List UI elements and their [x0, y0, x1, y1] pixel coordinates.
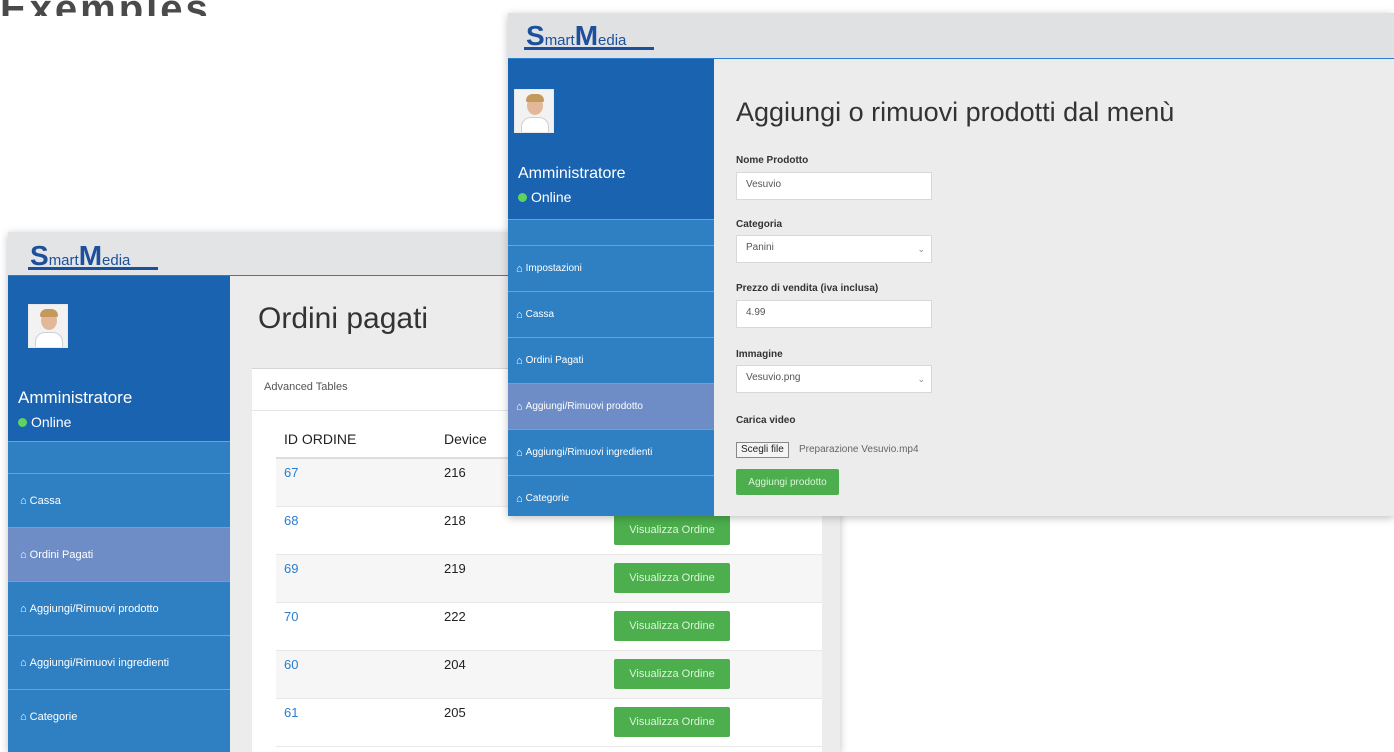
- chevron-down-icon: ⌄: [917, 374, 925, 384]
- sidebar-item-aggiungi-ingredienti[interactable]: ⌂ Aggiungi/Rimuovi ingredienti: [508, 429, 714, 475]
- categoria-label: Categoria: [736, 219, 783, 230]
- profile-panel: Amministratore Online: [508, 59, 714, 219]
- online-dot-icon: [518, 192, 527, 202]
- top-heading-fragment: Exemples d'applications: [0, 0, 500, 16]
- sidebar-item-categorie[interactable]: ⌂ Categorie: [508, 475, 714, 516]
- online-status: Online: [18, 414, 71, 430]
- table-row: 70 222 Visualizza Ordine: [276, 603, 822, 651]
- immagine-label: Immagine: [736, 349, 783, 360]
- chevron-down-icon: ⌄: [917, 244, 925, 254]
- view-order-button[interactable]: Visualizza Ordine: [614, 515, 730, 545]
- home-icon: ⌂: [20, 710, 27, 723]
- page-title: Aggiungi o rimuovi prodotti dal menù: [736, 97, 1175, 127]
- admin-name: Amministratore: [18, 388, 133, 407]
- sidebar-item-ordini-pagati[interactable]: ⌂ Ordini Pagati: [508, 337, 714, 383]
- device-cell: 204: [444, 657, 466, 672]
- admin-name: Amministratore: [518, 165, 626, 182]
- device-cell: 219: [444, 561, 466, 576]
- immagine-select[interactable]: Vesuvio.png ⌄: [736, 365, 932, 393]
- sidebar-item-aggiungi-prodotto[interactable]: ⌂ Aggiungi/Rimuovi prodotto: [8, 581, 230, 635]
- sidebar: Amministratore Online ⌂ Cassa ⌂ Ordini Pag…: [8, 276, 230, 752]
- order-id-link[interactable]: 70: [284, 609, 298, 624]
- sidebar-item-categorie[interactable]: ⌂ Categorie: [8, 689, 230, 743]
- sidebar-item-cassa[interactable]: ⌂ Cassa: [508, 291, 714, 337]
- home-icon: ⌂: [516, 354, 523, 367]
- column-header-id: ID ORDINE: [284, 431, 357, 447]
- carica-video-label: Carica video: [736, 415, 796, 426]
- app-header: Smart Media: [508, 13, 1394, 59]
- home-icon: ⌂: [20, 602, 27, 615]
- add-product-button[interactable]: Aggiungi prodotto: [736, 469, 839, 495]
- main-content: Aggiungi o rimuovi prodotti dal menù Nom…: [714, 59, 1394, 516]
- logo-underline: [524, 47, 654, 50]
- device-cell: 216: [444, 465, 466, 480]
- prezzo-label: Prezzo di vendita (iva inclusa): [736, 283, 879, 294]
- nome-prodotto-input[interactable]: Vesuvio: [736, 172, 932, 200]
- view-order-button[interactable]: Visualizza Ordine: [614, 611, 730, 641]
- home-icon: ⌂: [20, 494, 27, 507]
- online-dot-icon: [18, 417, 27, 427]
- order-id-link[interactable]: 61: [284, 705, 298, 720]
- order-id-link[interactable]: 60: [284, 657, 298, 672]
- table-row: 60 204 Visualizza Ordine: [276, 651, 822, 699]
- home-icon: ⌂: [516, 446, 523, 459]
- view-order-button[interactable]: Visualizza Ordine: [614, 563, 730, 593]
- device-cell: 222: [444, 609, 466, 624]
- order-id-link[interactable]: 68: [284, 513, 298, 528]
- home-icon: ⌂: [516, 492, 523, 505]
- home-icon: ⌂: [20, 548, 27, 561]
- device-cell: 218: [444, 513, 466, 528]
- logo-underline: [28, 267, 158, 270]
- sidebar-item-cassa[interactable]: ⌂ Cassa: [8, 473, 230, 527]
- avatar: [28, 304, 68, 348]
- home-icon: ⌂: [516, 400, 523, 413]
- sidebar-spacer: [508, 219, 714, 245]
- avatar: [514, 89, 554, 133]
- sidebar-spacer: [8, 441, 230, 473]
- sidebar-item-impostazioni[interactable]: ⌂ Impostazioni: [508, 245, 714, 291]
- sidebar-item-ordini-pagati[interactable]: ⌂ Ordini Pagati: [8, 527, 230, 581]
- profile-panel: Amministratore Online: [8, 276, 230, 441]
- sidebar-item-aggiungi-prodotto[interactable]: ⌂ Aggiungi/Rimuovi prodotto: [508, 383, 714, 429]
- selected-file-name: Preparazione Vesuvio.mp4: [799, 444, 919, 455]
- device-cell: 205: [444, 705, 466, 720]
- top-heading-text: Exemples d'applications: [0, 0, 500, 16]
- order-id-link[interactable]: 69: [284, 561, 298, 576]
- home-icon: ⌂: [516, 308, 523, 321]
- order-id-link[interactable]: 67: [284, 465, 298, 480]
- column-header-device: Device: [444, 431, 487, 447]
- sidebar-item-aggiungi-ingredienti[interactable]: ⌂ Aggiungi/Rimuovi ingredienti: [8, 635, 230, 689]
- home-icon: ⌂: [516, 262, 523, 275]
- choose-file-button[interactable]: Scegli file: [736, 442, 789, 458]
- aggiungi-prodotto-window: Smart Media Amministratore Online ⌂ Impost…: [508, 13, 1394, 516]
- nome-prodotto-label: Nome Prodotto: [736, 155, 809, 166]
- table-row: 61 205 Visualizza Ordine: [276, 699, 822, 747]
- online-status: Online: [518, 189, 571, 205]
- home-icon: ⌂: [20, 656, 27, 669]
- page-title: Ordini pagati: [258, 302, 429, 335]
- table-row: 69 219 Visualizza Ordine: [276, 555, 822, 603]
- categoria-select[interactable]: Panini ⌄: [736, 235, 932, 263]
- sidebar: Amministratore Online ⌂ Impostazioni ⌂ Cas…: [508, 59, 714, 516]
- prezzo-input[interactable]: 4.99: [736, 300, 932, 328]
- view-order-button[interactable]: Visualizza Ordine: [614, 659, 730, 689]
- view-order-button[interactable]: Visualizza Ordine: [614, 707, 730, 737]
